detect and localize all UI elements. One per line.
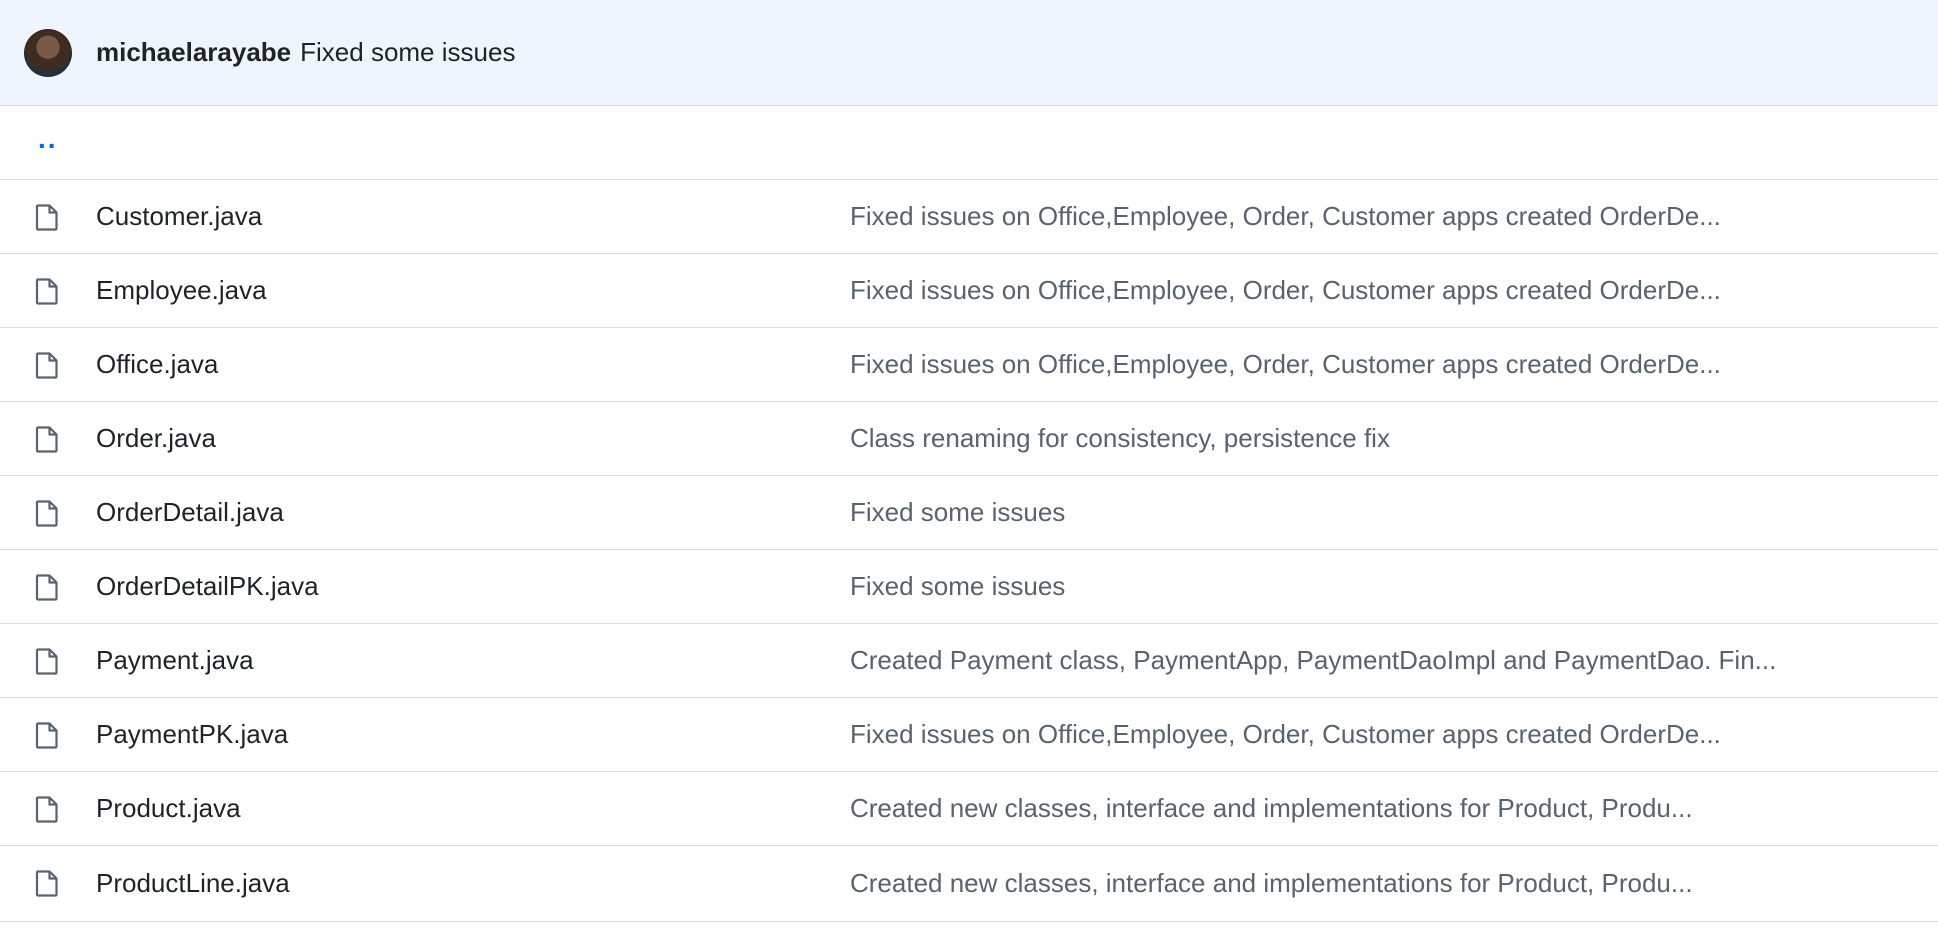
commit-author-link[interactable]: michaelarayabe xyxy=(96,37,291,68)
file-icon xyxy=(34,425,60,453)
file-commit-message-link[interactable]: Fixed issues on Office,Employee, Order, … xyxy=(850,349,1721,380)
latest-commit-header: michaelarayabe Fixed some issues xyxy=(0,0,1938,106)
file-name-link[interactable]: Customer.java xyxy=(96,201,262,232)
file-row[interactable]: Office.java Fixed issues on Office,Employ… xyxy=(0,328,1938,402)
file-commit-message-link[interactable]: Fixed issues on Office,Employee, Order, … xyxy=(850,275,1721,306)
file-row[interactable]: Order.java Class renaming for consistency… xyxy=(0,402,1938,476)
commit-message-link[interactable]: Fixed some issues xyxy=(300,37,515,68)
file-browser: michaelarayabe Fixed some issues .. Cust… xyxy=(0,0,1938,922)
file-list: Customer.java Fixed issues on Office,Empl… xyxy=(0,180,1938,920)
file-row[interactable]: ProductLine.java Created new classes, int… xyxy=(0,846,1938,920)
parent-directory-link[interactable]: .. xyxy=(38,124,58,153)
file-name-link[interactable]: Office.java xyxy=(96,349,218,380)
file-row[interactable]: OrderDetail.java Fixed some issues xyxy=(0,476,1938,550)
file-name-link[interactable]: ProductLine.java xyxy=(96,868,290,899)
file-name-link[interactable]: Employee.java xyxy=(96,275,267,306)
file-name-link[interactable]: OrderDetailPK.java xyxy=(96,571,319,602)
file-name-link[interactable]: OrderDetail.java xyxy=(96,497,284,528)
file-row[interactable]: Employee.java Fixed issues on Office,Empl… xyxy=(0,254,1938,328)
file-commit-message-link[interactable]: Fixed some issues xyxy=(850,497,1065,528)
file-name-link[interactable]: Payment.java xyxy=(96,645,254,676)
file-commit-message-link[interactable]: Fixed some issues xyxy=(850,571,1065,602)
file-commit-message-link[interactable]: Created new classes, interface and imple… xyxy=(850,868,1693,899)
file-name-link[interactable]: PaymentPK.java xyxy=(96,719,288,750)
file-icon xyxy=(34,721,60,749)
file-icon xyxy=(34,573,60,601)
file-commit-message-link[interactable]: Created Payment class, PaymentApp, Payme… xyxy=(850,645,1776,676)
file-commit-message-link[interactable]: Created new classes, interface and imple… xyxy=(850,793,1693,824)
file-icon xyxy=(34,277,60,305)
file-name-link[interactable]: Product.java xyxy=(96,793,241,824)
file-name-link[interactable]: Order.java xyxy=(96,423,216,454)
parent-directory-row[interactable]: .. xyxy=(0,106,1938,180)
file-row[interactable]: Payment.java Created Payment class, Payme… xyxy=(0,624,1938,698)
file-icon xyxy=(34,499,60,527)
file-icon xyxy=(34,351,60,379)
file-row[interactable]: OrderDetailPK.java Fixed some issues xyxy=(0,550,1938,624)
file-row[interactable]: Product.java Created new classes, interfa… xyxy=(0,772,1938,846)
file-icon xyxy=(34,795,60,823)
file-commit-message-link[interactable]: Fixed issues on Office,Employee, Order, … xyxy=(850,719,1721,750)
avatar[interactable] xyxy=(24,28,72,77)
file-row[interactable]: PaymentPK.java Fixed issues on Office,Emp… xyxy=(0,698,1938,772)
file-icon xyxy=(34,203,60,231)
file-icon xyxy=(34,647,60,675)
file-row[interactable]: Customer.java Fixed issues on Office,Empl… xyxy=(0,180,1938,254)
file-commit-message-link[interactable]: Fixed issues on Office,Employee, Order, … xyxy=(850,201,1721,232)
file-commit-message-link[interactable]: Class renaming for consistency, persiste… xyxy=(850,423,1390,454)
file-icon xyxy=(34,869,60,897)
